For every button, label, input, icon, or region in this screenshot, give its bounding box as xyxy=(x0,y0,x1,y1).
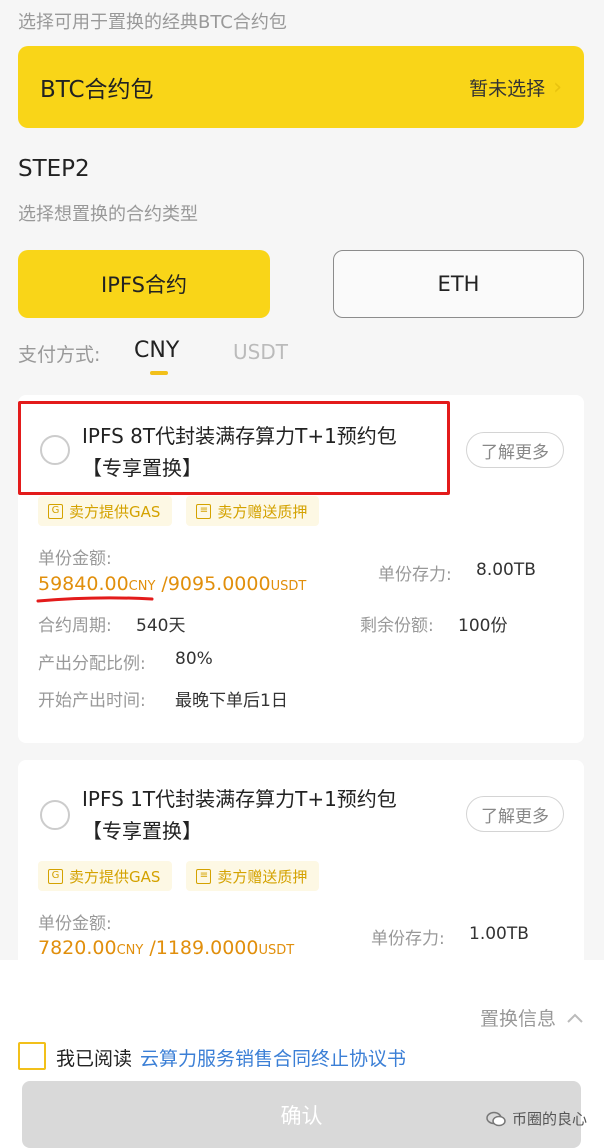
tag-gas-label: 卖方提供GAS xyxy=(69,867,161,886)
unit-price-label: 单份金额: xyxy=(38,914,112,934)
tag-pledge: ≡ 卖方赠送质押 xyxy=(186,861,320,891)
storage-value: 1.00TB xyxy=(469,924,529,944)
pledge-icon: ≡ xyxy=(196,503,212,519)
tag-pledge-label: 卖方赠送质押 xyxy=(217,502,308,521)
price-cny-unit: CNY xyxy=(128,579,156,594)
price-usdt-unit: USDT xyxy=(258,943,295,958)
pledge-icon: ≡ xyxy=(196,868,212,884)
step2-subtitle: 选择想置换的合约类型 xyxy=(18,204,198,225)
agree-prefix: 我已阅读 xyxy=(56,1048,133,1070)
tag-pledge: ≡ 卖方赠送质押 xyxy=(186,496,320,526)
payment-method-label: 支付方式: xyxy=(18,344,101,366)
unit-price-label: 单份金额: xyxy=(38,549,112,569)
start-time-label: 开始产出时间: xyxy=(38,691,146,711)
start-time-value: 最晚下单后1日 xyxy=(175,691,288,711)
payment-tab-indicator xyxy=(150,371,168,375)
product-tags: G 卖方提供GAS ≡ 卖方赠送质押 xyxy=(38,861,320,891)
ratio-label: 产出分配比例: xyxy=(38,654,146,674)
remaining-label: 剩余份额: xyxy=(360,616,434,636)
product-radio[interactable] xyxy=(40,800,70,830)
remaining-value: 100份 xyxy=(458,616,508,636)
wechat-icon xyxy=(486,1111,506,1126)
btc-package-selector[interactable]: BTC合约包 暂未选择 › xyxy=(18,46,584,128)
learn-more-button[interactable]: 了解更多 xyxy=(466,796,564,832)
product-tags: G 卖方提供GAS ≡ 卖方赠送质押 xyxy=(38,496,320,526)
product-card[interactable]: IPFS 1T代封装满存算力T+1预约包 【专享置换】 了解更多 G 卖方提供G… xyxy=(18,760,584,970)
product-title-line2: 【专享置换】 xyxy=(82,819,202,843)
learn-more-button[interactable]: 了解更多 xyxy=(466,432,564,468)
storage-value: 8.00TB xyxy=(476,560,536,580)
product-title: IPFS 1T代封装满存算力T+1预约包 【专享置换】 xyxy=(82,783,452,847)
ratio-value: 80% xyxy=(175,649,213,669)
swap-info-label: 置换信息 xyxy=(479,1008,556,1030)
chevron-right-icon: › xyxy=(553,74,562,100)
watermark-text: 币圈的良心 xyxy=(512,1110,588,1128)
contract-type-ipfs-button[interactable]: IPFS合约 xyxy=(18,250,270,318)
package-value-group: 暂未选择 › xyxy=(469,74,562,101)
agree-checkbox[interactable] xyxy=(18,1042,46,1070)
swap-info-toggle[interactable]: 置换信息 xyxy=(480,1004,584,1031)
highlight-box xyxy=(18,401,450,495)
step1-subtitle: 选择可用于置换的经典BTC合约包 xyxy=(18,12,287,33)
period-label: 合约周期: xyxy=(38,616,112,636)
agreement-text: 我已阅读 云算力服务销售合同终止协议书 xyxy=(56,1044,406,1071)
storage-label: 单份存力: xyxy=(371,929,445,949)
package-label: BTC合约包 xyxy=(40,77,154,103)
unit-price-value: 59840.00 CNY /9095.0000 USDT xyxy=(38,573,306,595)
tag-gas: G 卖方提供GAS xyxy=(38,861,173,891)
tag-gas: G 卖方提供GAS xyxy=(38,496,173,526)
gas-icon: G xyxy=(48,503,63,519)
price-usdt: /1189.0000 xyxy=(149,937,259,959)
agreement-link[interactable]: 云算力服务销售合同终止协议书 xyxy=(140,1044,406,1071)
payment-tab-cny[interactable]: CNY xyxy=(134,338,179,363)
payment-tab-usdt[interactable]: USDT xyxy=(233,340,288,364)
step2-title: STEP2 xyxy=(18,156,90,182)
price-usdt-unit: USDT xyxy=(270,579,307,594)
product-title-line1: IPFS 1T代封装满存算力T+1预约包 xyxy=(82,787,397,811)
gas-icon: G xyxy=(48,868,63,884)
chevron-up-icon xyxy=(567,1013,583,1023)
watermark: 币圈的良心 xyxy=(486,1108,587,1129)
package-value: 暂未选择 xyxy=(469,77,546,100)
period-value: 540天 xyxy=(136,616,186,636)
price-usdt: /9095.0000 xyxy=(161,573,271,595)
price-cny: 59840.00 xyxy=(38,573,129,595)
price-cny: 7820.00 xyxy=(38,937,117,959)
contract-type-eth-button[interactable]: ETH xyxy=(333,250,584,318)
storage-label: 单份存力: xyxy=(378,565,452,585)
tag-gas-label: 卖方提供GAS xyxy=(69,502,161,521)
unit-price-value: 7820.00 CNY /1189.0000 USDT xyxy=(38,937,294,959)
tag-pledge-label: 卖方赠送质押 xyxy=(217,867,308,886)
price-cny-unit: CNY xyxy=(116,943,144,958)
highlight-underline xyxy=(36,596,154,603)
